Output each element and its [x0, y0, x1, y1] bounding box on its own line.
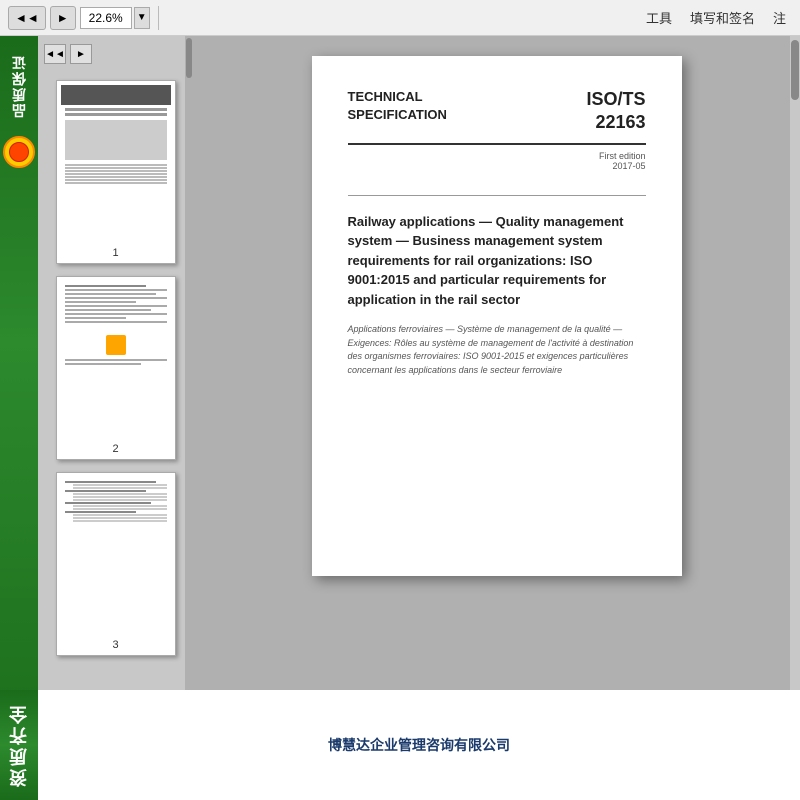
thumbnail-3[interactable]: 3	[56, 472, 176, 656]
thumb3-indent-7	[73, 508, 167, 510]
thumb3-indent-10	[73, 520, 167, 522]
toolbar-separator	[158, 6, 159, 30]
thumb3-lines	[65, 481, 167, 522]
thumb-1-content	[61, 85, 171, 245]
iso-number: ISO/TS 22163	[586, 88, 645, 135]
thumb-nav: ◄◄ ►	[44, 44, 92, 64]
zoom-input[interactable]	[80, 7, 132, 29]
tech-spec-line1: TECHNICAL	[348, 88, 447, 106]
bottom-badge-text: 资质齐全	[6, 703, 32, 787]
iso-line1: ISO/TS	[586, 88, 645, 111]
thumb1-sl-7	[65, 182, 167, 184]
bottom-section: 资质齐全 博慧达企业管理咨询有限公司	[0, 690, 800, 800]
iso-line2: 22163	[586, 111, 645, 134]
company-info: 博慧达企业管理咨询有限公司	[328, 735, 510, 755]
thumb-1-label: 1	[61, 247, 171, 259]
thumb2-l-4	[65, 297, 167, 299]
thumb3-indent-3	[73, 493, 167, 495]
thumb1-sl-3	[65, 170, 167, 172]
thumb3-indent-9	[73, 517, 167, 519]
thumbnail-3-container: 3	[56, 472, 176, 656]
back-btn[interactable]: ◄◄	[8, 6, 46, 30]
thumb2-l-11	[65, 359, 167, 361]
document-page: TECHNICAL SPECIFICATION ISO/TS 22163 Fir…	[312, 56, 682, 576]
thumb2-l-12	[65, 363, 142, 365]
tech-spec-text: TECHNICAL SPECIFICATION	[348, 88, 447, 124]
doc-mid-divider	[348, 195, 646, 196]
thumb3-indent-1	[73, 484, 167, 486]
thumb1-line-2	[65, 113, 167, 116]
thumb1-sl-5	[65, 176, 167, 178]
document-view: TECHNICAL SPECIFICATION ISO/TS 22163 Fir…	[193, 36, 800, 800]
doc-subtitle: Applications ferroviaires — Système de m…	[348, 323, 646, 377]
thumb-nav-back[interactable]: ◄◄	[44, 44, 66, 64]
badge-seal-inner	[9, 142, 29, 162]
thumb-nav-fwd[interactable]: ►	[70, 44, 92, 64]
thumb2-l-8	[65, 313, 167, 315]
thumbnail-panel: ◄◄ ►	[38, 36, 193, 800]
thumb1-block	[65, 120, 167, 160]
thumb2-l-3	[65, 293, 157, 295]
fill-sign-label[interactable]: 填写和签名	[684, 6, 761, 29]
thumb3-indent-6	[73, 505, 167, 507]
thumb1-sl-6	[65, 179, 167, 181]
thumb2-l-2	[65, 289, 167, 291]
thumbnail-scrollbar-thumb	[186, 38, 192, 78]
thumbnail-scrollbar[interactable]	[185, 36, 193, 800]
bottom-company-area: 博慧达企业管理咨询有限公司	[38, 690, 800, 800]
thumb2-l-7	[65, 309, 152, 311]
thumb3-indent-4	[73, 496, 167, 498]
thumb1-sl-4	[65, 173, 167, 175]
thumb1-small-lines	[65, 164, 167, 184]
company-name: 博慧达企业管理咨询有限公司	[328, 735, 510, 755]
badge-seal	[3, 136, 35, 168]
thumb2-l-6	[65, 305, 167, 307]
thumb3-indent-2	[73, 487, 167, 489]
forward-btn[interactable]: ►	[50, 6, 76, 30]
thumb2-l-9	[65, 317, 126, 319]
doc-scrollbar-thumb	[791, 40, 799, 100]
bottom-badge: 资质齐全	[0, 690, 38, 800]
thumb-2-content	[61, 281, 171, 441]
thumb2-l-10	[65, 321, 167, 323]
thumbnail-1-container: 1	[56, 80, 176, 264]
thumbnail-2-container: 2	[56, 276, 176, 460]
badge-text: 品质保证	[9, 46, 29, 126]
toolbar: ◄◄ ► ▼ 工具 填写和签名 注	[0, 0, 800, 36]
doc-header-row: TECHNICAL SPECIFICATION ISO/TS 22163	[348, 88, 646, 135]
thumb3-indent-8	[73, 514, 167, 516]
thumb1-sl-1	[65, 164, 167, 166]
thumb-2-label: 2	[61, 443, 171, 455]
doc-edition: First edition 2017-05	[348, 151, 646, 171]
thumb3-l-3	[65, 502, 152, 504]
thumb3-l-2	[65, 490, 147, 492]
tech-spec-line2: SPECIFICATION	[348, 106, 447, 124]
thumbnail-2[interactable]: 2	[56, 276, 176, 460]
thumb-3-label: 3	[61, 639, 171, 651]
thumb1-header-bar	[61, 85, 171, 105]
thumb2-l-5	[65, 301, 136, 303]
thumb3-l-1	[65, 481, 157, 483]
doc-main-title: Railway applications — Quality managemen…	[348, 212, 646, 310]
doc-top-divider	[348, 143, 646, 145]
thumb1-line-1	[65, 108, 167, 111]
thumb3-l-4	[65, 511, 136, 513]
thumbnail-1[interactable]: 1	[56, 80, 176, 264]
thumb1-sl-2	[65, 167, 167, 169]
doc-scrollbar[interactable]	[790, 36, 800, 800]
thumb2-l-1	[65, 285, 147, 287]
thumb2-lines	[65, 285, 167, 365]
thumb2-warning-icon	[106, 335, 126, 355]
thumb3-indent-5	[73, 499, 167, 501]
zoom-dropdown[interactable]: ▼	[134, 7, 150, 29]
zoom-controls: ▼	[80, 7, 150, 29]
main-area: 品质保证 ◄◄ ►	[0, 36, 800, 800]
register-label[interactable]: 注	[767, 6, 792, 29]
left-badge-strip: 品质保证	[0, 36, 38, 800]
toolbar-right-actions: 工具 填写和签名 注	[640, 6, 792, 29]
thumb-3-content	[61, 477, 171, 637]
tools-label[interactable]: 工具	[640, 6, 678, 29]
